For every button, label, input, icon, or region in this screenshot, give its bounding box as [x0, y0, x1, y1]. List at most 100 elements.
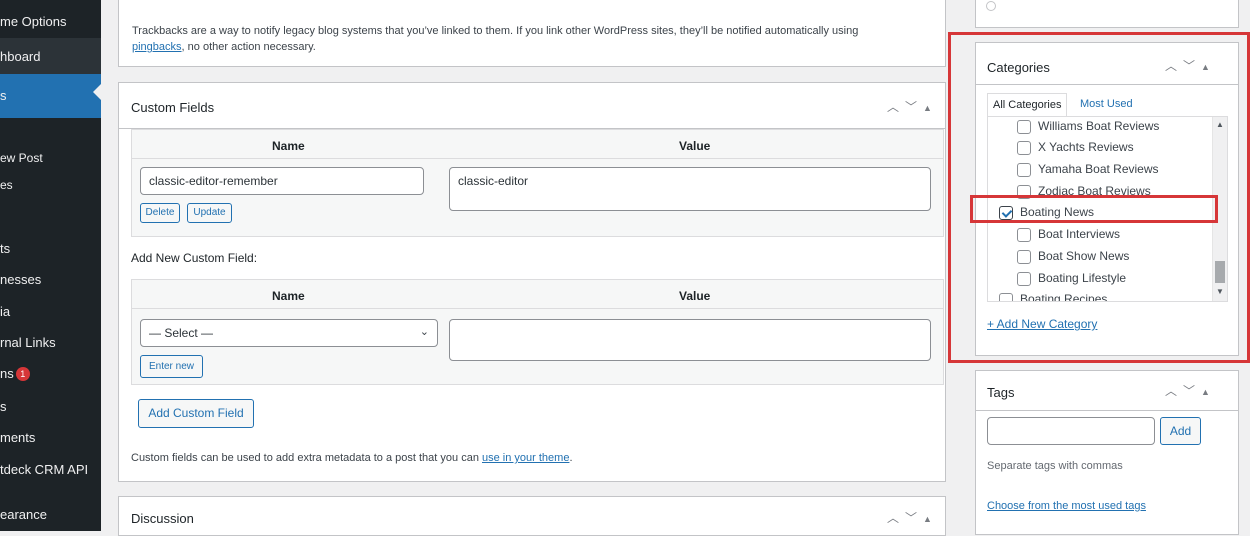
tab-most-used[interactable]: Most Used — [1080, 93, 1133, 117]
column-header-name: Name — [272, 139, 305, 153]
nav-item-add-new-post[interactable]: ew Post — [0, 150, 101, 170]
nav-item-label: ew Post — [0, 151, 43, 165]
category-checkbox[interactable] — [999, 293, 1013, 301]
custom-field-name-input[interactable]: classic-editor-remember — [140, 167, 424, 195]
nav-item-label: s — [0, 88, 7, 103]
nav-item-pages[interactable]: s — [0, 397, 101, 419]
category-checkbox[interactable] — [1017, 163, 1031, 177]
scrollbar-thumb[interactable] — [1215, 261, 1225, 283]
use-in-theme-link[interactable]: use in your theme — [482, 452, 569, 464]
nav-item-categories[interactable]: es — [0, 177, 101, 197]
tags-hint: Separate tags with commas — [987, 460, 1123, 472]
category-item[interactable]: Williams Boat Reviews — [1017, 119, 1159, 134]
category-item[interactable]: Yamaha Boat Reviews — [1017, 162, 1159, 177]
tags-header: Tags ︿﹀▲ — [976, 371, 1238, 411]
category-label: Boat Interviews — [1038, 227, 1121, 241]
column-header-value: Value — [679, 139, 711, 153]
category-checkbox[interactable] — [1017, 120, 1031, 134]
move-up-icon[interactable]: ︿ — [887, 511, 905, 525]
enter-new-button[interactable]: Enter new — [140, 355, 203, 378]
category-label: Williams Boat Reviews — [1038, 119, 1160, 133]
toggle-panel-icon[interactable]: ▲ — [923, 103, 938, 113]
nav-item-internal-links[interactable]: rnal Links — [0, 333, 101, 355]
trackbacks-text-end: , no other action necessary. — [181, 41, 316, 53]
category-checkbox[interactable] — [1017, 272, 1031, 286]
choose-most-used-tags-link[interactable]: Choose from the most used tags — [987, 500, 1146, 512]
category-checkbox[interactable] — [1017, 141, 1031, 155]
category-label: X Yachts Reviews — [1038, 140, 1134, 154]
radio-icon[interactable] — [986, 1, 996, 11]
category-checkbox-checked[interactable] — [999, 206, 1013, 220]
scroll-down-arrow-icon[interactable]: ▼ — [1216, 287, 1224, 296]
nav-item-posts[interactable]: s — [0, 74, 101, 118]
nav-item-theme-options[interactable]: me Options — [0, 8, 101, 34]
custom-field-value-textarea[interactable]: classic-editor — [449, 167, 931, 211]
category-checklist[interactable]: Williams Boat Reviews X Yachts Reviews Y… — [987, 116, 1228, 302]
category-checkbox[interactable] — [1017, 228, 1031, 242]
categories-box: Categories ︿﹀▲ All Categories Most Used … — [975, 42, 1239, 356]
custom-fields-help-end: . — [569, 452, 573, 464]
tab-all-categories[interactable]: All Categories — [987, 93, 1068, 117]
update-field-button[interactable]: Update — [187, 203, 232, 223]
category-label: Zodiac Boat Reviews — [1038, 184, 1151, 198]
move-up-icon[interactable]: ︿ — [887, 100, 905, 114]
trackbacks-description: Trackbacks are a way to notify legacy bl… — [132, 23, 937, 55]
tag-input[interactable] — [987, 417, 1155, 445]
box-move-controls[interactable]: ︿﹀▲ — [1165, 57, 1216, 74]
custom-fields-header: Custom Fields ︿﹀▲ — [119, 83, 945, 129]
column-header-name: Name — [272, 289, 305, 303]
box-move-controls[interactable]: ︿﹀▲ — [887, 509, 938, 526]
column-header-value: Value — [679, 289, 711, 303]
category-scrollbar[interactable]: ▲ ▼ — [1212, 117, 1227, 301]
category-item[interactable]: Boating Lifestyle — [1017, 271, 1126, 286]
nav-item-crm-api[interactable]: tdeck CRM API — [0, 460, 101, 482]
nav-item-businesses[interactable]: nesses — [0, 270, 101, 292]
box-move-controls[interactable]: ︿﹀▲ — [1165, 382, 1216, 399]
category-label: Boat Show News — [1038, 249, 1130, 263]
add-custom-field-button[interactable]: Add Custom Field — [138, 399, 254, 428]
toggle-panel-icon[interactable]: ▲ — [1201, 62, 1216, 72]
nav-item-dashboard[interactable]: hboard — [0, 38, 101, 74]
pingbacks-link[interactable]: pingbacks — [132, 41, 182, 53]
scroll-up-arrow-icon[interactable]: ▲ — [1216, 120, 1224, 129]
move-up-icon[interactable]: ︿ — [1165, 59, 1183, 73]
category-label: Boating Lifestyle — [1038, 271, 1127, 285]
custom-fields-box: Custom Fields ︿﹀▲ Name Value classic-edi… — [118, 82, 946, 482]
category-checkbox[interactable] — [1017, 185, 1031, 199]
custom-fields-title: Custom Fields — [131, 100, 215, 115]
add-tag-button[interactable]: Add — [1160, 417, 1201, 445]
nav-item-comments[interactable]: ments — [0, 428, 101, 450]
move-up-icon[interactable]: ︿ — [1165, 384, 1183, 398]
move-down-icon[interactable]: ﹀ — [1183, 384, 1201, 398]
move-down-icon[interactable]: ﹀ — [1183, 59, 1201, 73]
nav-item-plugins[interactable]: ns 1 — [0, 364, 101, 386]
nav-item-label: ia — [0, 304, 11, 319]
custom-field-row: classic-editor-remember classic-editor D… — [131, 159, 944, 237]
category-item[interactable]: Boating Recipes — [999, 292, 1107, 301]
category-item[interactable]: Boat Show News — [1017, 249, 1129, 264]
delete-field-button[interactable]: Delete — [140, 203, 180, 223]
nav-item-label: me Options — [0, 14, 67, 29]
move-down-icon[interactable]: ﹀ — [905, 511, 923, 525]
toggle-panel-icon[interactable]: ▲ — [923, 514, 938, 524]
new-field-value-textarea[interactable] — [449, 319, 931, 361]
custom-field-key-select[interactable]: — Select — ⌄ — [140, 319, 438, 347]
move-down-icon[interactable]: ﹀ — [905, 100, 923, 114]
category-item-checked[interactable]: Boating News — [999, 205, 1094, 220]
category-item[interactable]: Zodiac Boat Reviews — [1017, 184, 1151, 199]
toggle-panel-icon[interactable]: ▲ — [1201, 387, 1216, 397]
category-item[interactable]: Boat Interviews — [1017, 227, 1120, 242]
trackbacks-text: Trackbacks are a way to notify legacy bl… — [132, 25, 859, 37]
category-checkbox[interactable] — [1017, 250, 1031, 264]
nav-item-appearance[interactable]: earance — [0, 505, 101, 527]
categories-title: Categories — [987, 60, 1050, 75]
add-new-category-link[interactable]: + Add New Category — [987, 317, 1097, 331]
nav-item-media[interactable]: ia — [0, 302, 101, 324]
active-menu-arrow — [93, 84, 101, 100]
nav-item-label: hboard — [0, 49, 41, 64]
category-item[interactable]: X Yachts Reviews — [1017, 140, 1134, 155]
nav-item-products[interactable]: ts — [0, 239, 101, 261]
admin-sidebar: me Options hboard s ew Post es ts nesses… — [0, 0, 101, 531]
box-move-controls[interactable]: ︿﹀▲ — [887, 98, 938, 115]
new-field-table-header: Name Value — [131, 279, 944, 309]
